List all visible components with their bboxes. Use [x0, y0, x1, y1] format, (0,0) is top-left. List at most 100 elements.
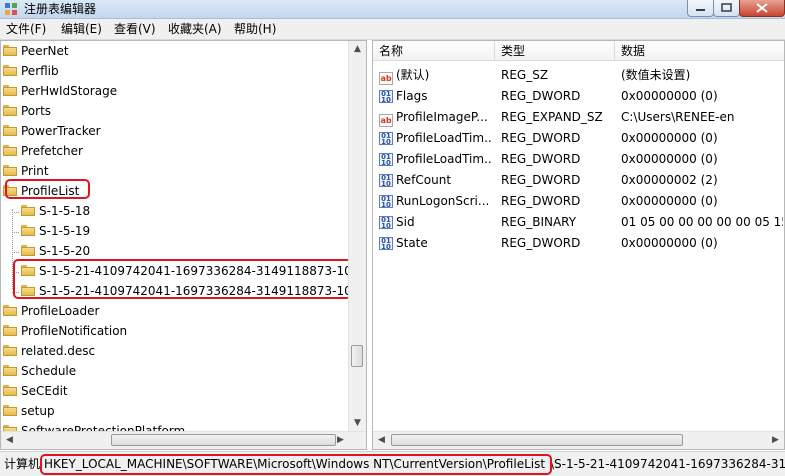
tree-item-perhwidstorage[interactable]: PerHwIdStorage: [3, 81, 117, 101]
value-name: ProfileLoadTim...: [396, 131, 493, 145]
tree-connector: [12, 252, 19, 253]
scroll-thumb[interactable]: [391, 434, 683, 446]
tree-item-peernet[interactable]: PeerNet: [3, 41, 69, 61]
binary-value-icon: 01 10: [379, 153, 393, 167]
tree-item-perflib[interactable]: Perflib: [3, 61, 59, 81]
scroll-up-arrow-icon[interactable]: ▲: [349, 41, 366, 58]
folder-icon: [3, 85, 17, 96]
tree-item-setup[interactable]: setup: [3, 401, 55, 421]
tree-item-powertracker[interactable]: PowerTracker: [3, 121, 101, 141]
tree-vertical-scrollbar[interactable]: ▲ ▼: [348, 41, 366, 432]
folder-icon: [3, 65, 17, 76]
column-header-type[interactable]: 类型: [495, 41, 615, 61]
value-name: ProfileImageP...: [396, 110, 488, 124]
tree-item-secedit[interactable]: SeCEdit: [3, 381, 68, 401]
tree-item-profilelist[interactable]: ProfileList: [3, 181, 79, 201]
tree-connector: [12, 292, 19, 293]
value-name: State: [396, 236, 428, 250]
tree-item-s-1-5-20[interactable]: S-1-5-20: [21, 241, 90, 261]
registry-tree-pane[interactable]: PeerNet Perflib PerHwIdStorage Ports Pow…: [0, 40, 367, 450]
tree-item-s-1-5-21-1000[interactable]: S-1-5-21-4109742041-1697336284-314911887…: [21, 261, 367, 281]
tree-item-schedule[interactable]: Schedule: [3, 361, 76, 381]
folder-icon: [3, 405, 17, 416]
folder-icon: [3, 45, 17, 56]
value-data: (数值未设置): [621, 68, 691, 82]
value-type: REG_DWORD: [501, 152, 581, 166]
tree-item-s-1-5-21-1001[interactable]: S-1-5-21-4109742041-1697336284-314911887…: [21, 281, 366, 301]
window-title: 注册表编辑器: [24, 2, 97, 16]
value-name: RunLogonScri...: [396, 194, 490, 208]
tree-item-label: PerHwIdStorage: [21, 84, 118, 98]
scroll-right-arrow-icon[interactable]: ▶: [767, 432, 784, 449]
tree-connector: [12, 212, 19, 213]
value-data: 0x00000002 (2): [621, 173, 718, 187]
tree-item-s-1-5-18[interactable]: S-1-5-18: [21, 201, 90, 221]
tree-connector: [12, 272, 19, 273]
value-type: REG_BINARY: [501, 215, 577, 229]
menu-edit[interactable]: 编辑(E): [61, 21, 102, 37]
tree-item-label: S-1-5-21-4109742041-1697336284-314911887…: [39, 264, 367, 278]
maximize-button[interactable]: [713, 0, 740, 17]
column-header-name[interactable]: 名称: [373, 41, 495, 61]
minimize-button[interactable]: [687, 0, 714, 17]
close-button[interactable]: [739, 0, 785, 17]
value-name: (默认): [396, 68, 430, 82]
registry-editor-icon: [5, 3, 17, 15]
folder-icon: [21, 245, 35, 256]
values-pane[interactable]: 名称 类型 数据 ab (默认) REG_SZ (数值未设置) 01 10 Flags…: [372, 40, 785, 450]
value-data: 0x00000000 (0): [621, 131, 718, 145]
folder-open-icon: [3, 185, 17, 196]
folder-icon: [3, 145, 17, 156]
status-prefix: 计算机: [4, 457, 41, 471]
value-type: REG_EXPAND_SZ: [501, 110, 603, 124]
tree-item-label: Prefetcher: [21, 144, 83, 158]
scroll-thumb[interactable]: [351, 345, 363, 367]
menu-help[interactable]: 帮助(H): [234, 21, 276, 37]
tree-item-ports[interactable]: Ports: [3, 101, 51, 121]
tree-item-label: related.desc: [21, 344, 96, 358]
binary-value-icon: 01 10: [379, 90, 393, 104]
tree-item-profileloader[interactable]: ProfileLoader: [3, 301, 99, 321]
status-path-rest: \S-1-5-21-4109742041-1697336284-314: [550, 457, 785, 471]
status-bar: 计算机 HKEY_LOCAL_MACHINE\SOFTWARE\Microsof…: [0, 451, 785, 476]
tree-item-profilenotification[interactable]: ProfileNotification: [3, 321, 127, 341]
scroll-left-arrow-icon[interactable]: ◀: [373, 432, 390, 449]
tree-item-label: setup: [21, 404, 55, 418]
value-type: REG_DWORD: [501, 131, 581, 145]
menu-view[interactable]: 查看(V): [114, 21, 156, 37]
folder-icon: [3, 305, 17, 316]
value-type: REG_DWORD: [501, 173, 581, 187]
menu-favorites[interactable]: 收藏夹(A): [168, 21, 222, 37]
tree-item-label: Print: [21, 164, 49, 178]
menu-file[interactable]: 文件(F): [6, 21, 46, 37]
folder-icon: [3, 325, 17, 336]
value-name: ProfileLoadTim...: [396, 152, 493, 166]
string-value-icon: ab: [379, 72, 393, 85]
status-path-highlighted: HKEY_LOCAL_MACHINE\SOFTWARE\Microsoft\Wi…: [44, 457, 546, 471]
binary-value-icon: 01 10: [379, 132, 393, 146]
tree-item-print[interactable]: Print: [3, 161, 49, 181]
scroll-left-arrow-icon[interactable]: ◀: [1, 432, 18, 449]
menu-bar: 文件(F) 编辑(E) 查看(V) 收藏夹(A) 帮助(H): [0, 19, 785, 40]
binary-value-icon: 01 10: [379, 174, 393, 188]
tree-item-label: SeCEdit: [21, 384, 68, 398]
folder-icon: [3, 165, 17, 176]
folder-icon: [3, 385, 17, 396]
scroll-thumb[interactable]: [111, 434, 336, 446]
column-header-data[interactable]: 数据: [615, 41, 784, 61]
values-horizontal-scrollbar[interactable]: ◀ ▶: [373, 431, 784, 449]
tree-item-prefetcher[interactable]: Prefetcher: [3, 141, 83, 161]
scroll-down-arrow-icon[interactable]: ▼: [349, 415, 366, 432]
folder-icon: [21, 265, 35, 276]
string-value-icon: ab: [379, 114, 393, 127]
binary-value-icon: 01 10: [379, 195, 393, 209]
folder-icon: [3, 125, 17, 136]
scroll-right-arrow-icon[interactable]: ▶: [332, 432, 349, 449]
tree-item-related-desc[interactable]: related.desc: [3, 341, 95, 361]
value-name: Sid: [396, 215, 415, 229]
tree-connector: [12, 232, 19, 233]
tree-item-label: S-1-5-19: [39, 224, 91, 238]
tree-horizontal-scrollbar[interactable]: ◀ ▶: [1, 431, 366, 449]
close-icon: [756, 3, 768, 13]
tree-item-s-1-5-19[interactable]: S-1-5-19: [21, 221, 90, 241]
